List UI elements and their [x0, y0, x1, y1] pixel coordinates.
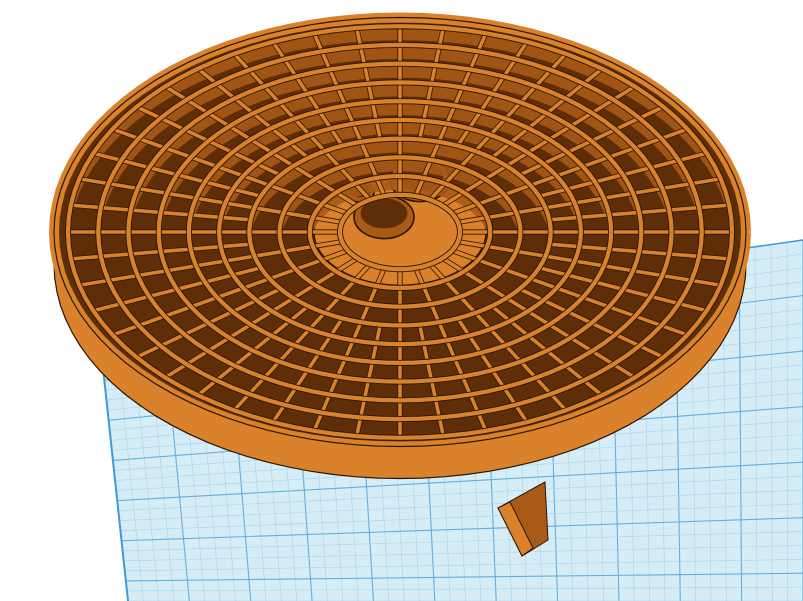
scene-canvas[interactable]: [0, 0, 803, 601]
3d-viewport[interactable]: [0, 0, 803, 601]
